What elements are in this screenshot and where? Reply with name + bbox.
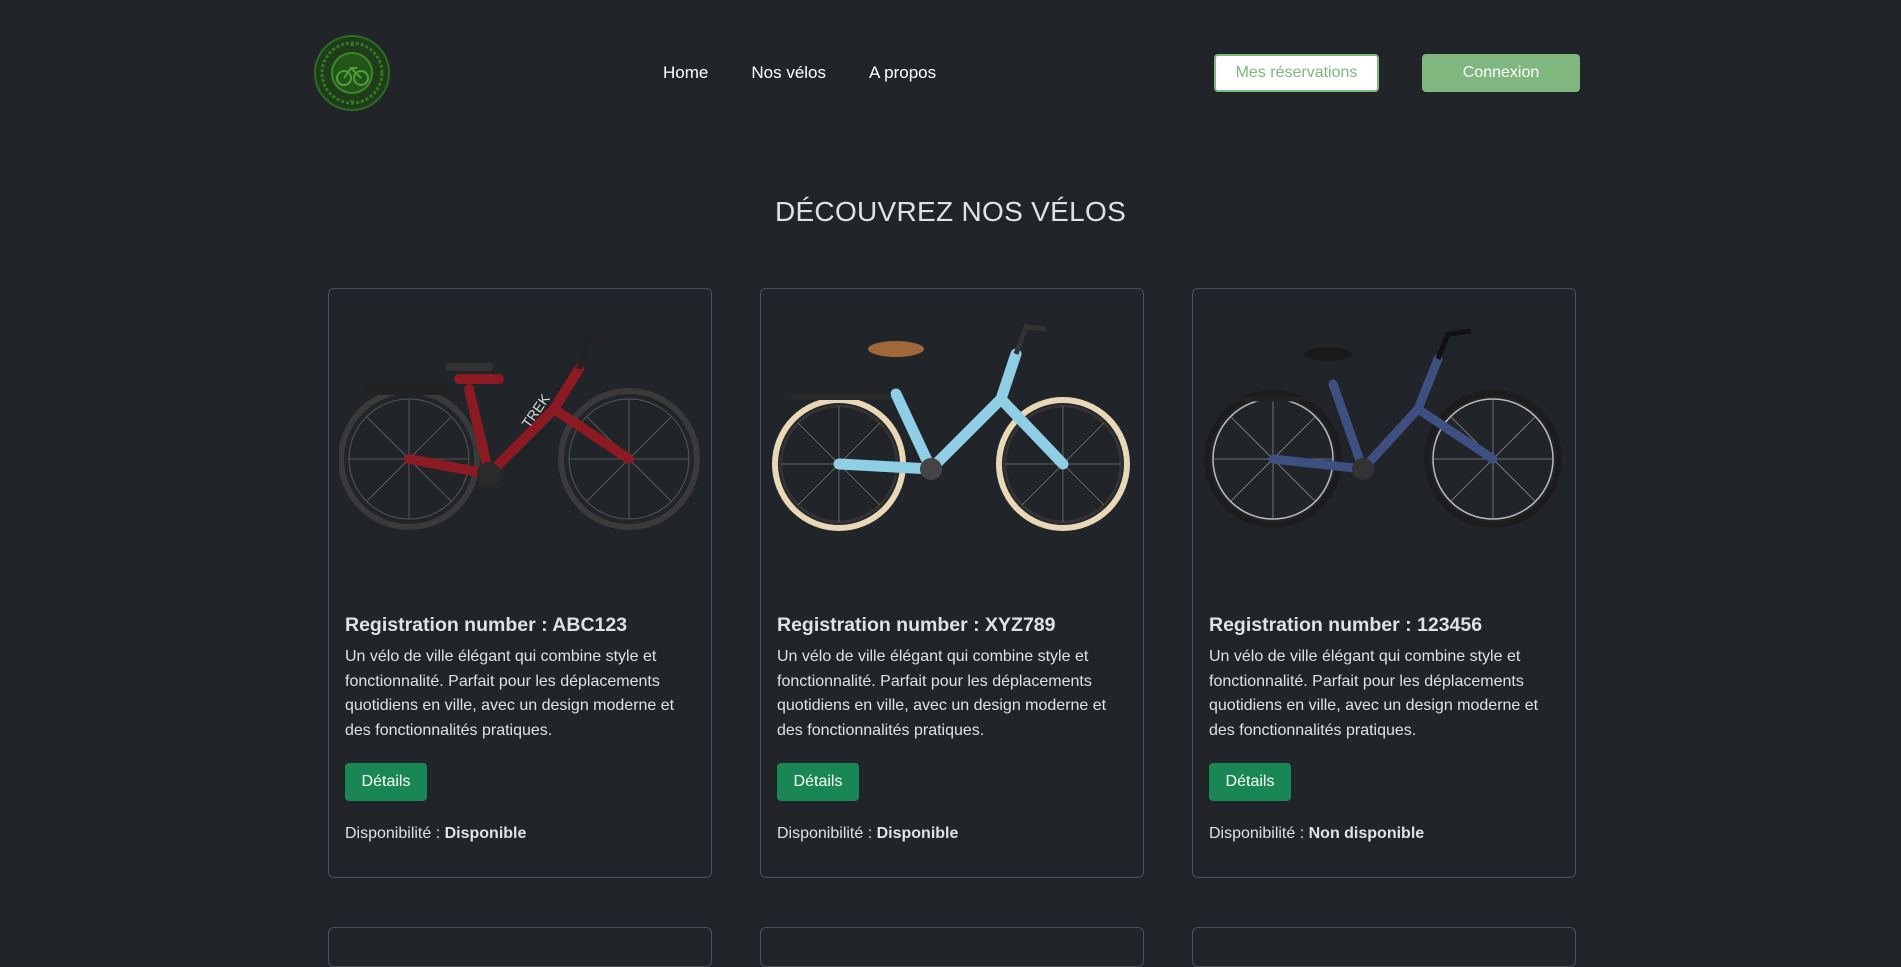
bike-card-partial bbox=[760, 927, 1144, 967]
red-city-ebike-image: TREK bbox=[338, 309, 701, 549]
availability-status: Disponible bbox=[444, 825, 527, 843]
nav-links: Home Nos vélos A propos bbox=[663, 63, 979, 83]
availability: Disponibilité : Disponible bbox=[777, 825, 1129, 843]
availability-label: Disponibilité : bbox=[1209, 825, 1305, 843]
navbar: Home Nos vélos A propos Mes réservations… bbox=[0, 0, 1901, 148]
availability-label: Disponibilité : bbox=[345, 825, 441, 843]
card-body: Registration number : 123456 Un vélo de … bbox=[1209, 614, 1561, 843]
bike-description: Un vélo de ville élégant qui combine sty… bbox=[1209, 648, 1539, 739]
bike-description: Un vélo de ville élégant qui combine sty… bbox=[777, 648, 1107, 739]
bike-card: TREK Registration number : ABC123 Un vél… bbox=[328, 288, 712, 878]
bike-card-partial bbox=[328, 927, 712, 967]
details-button[interactable]: Détails bbox=[777, 763, 859, 802]
registration-number: Registration number : 123456 bbox=[1209, 614, 1483, 636]
light-blue-city-ebike-image bbox=[771, 309, 1133, 549]
bike-card: Registration number : 123456 Un vélo de … bbox=[1192, 288, 1576, 878]
nav-link-nos-velos[interactable]: Nos vélos bbox=[751, 63, 826, 83]
details-button[interactable]: Détails bbox=[345, 763, 427, 802]
bike-card-partial bbox=[1192, 927, 1576, 967]
bike-description: Un vélo de ville élégant qui combine sty… bbox=[345, 648, 675, 739]
bike-card: Registration number : XYZ789 Un vélo de … bbox=[760, 288, 1144, 878]
availability-label: Disponibilité : bbox=[777, 825, 873, 843]
registration-number: Registration number : ABC123 bbox=[345, 614, 628, 636]
nav-link-home[interactable]: Home bbox=[663, 63, 708, 83]
card-body: Registration number : XYZ789 Un vélo de … bbox=[777, 614, 1129, 843]
page-title: DÉCOUVREZ NOS VÉLOS bbox=[774, 196, 1127, 227]
availability-status: Non disponible bbox=[1308, 825, 1425, 843]
nav-link-a-propos[interactable]: A propos bbox=[869, 63, 936, 83]
card-body: Registration number : ABC123 Un vélo de … bbox=[345, 614, 697, 843]
my-reservations-button[interactable]: Mes réservations bbox=[1214, 54, 1379, 92]
navy-city-bike-image bbox=[1203, 309, 1565, 549]
availability: Disponibilité : Non disponible bbox=[1209, 825, 1561, 843]
login-button[interactable]: Connexion bbox=[1422, 54, 1580, 92]
registration-number: Registration number : XYZ789 bbox=[777, 614, 1056, 636]
details-button[interactable]: Détails bbox=[1209, 763, 1291, 802]
availability-status: Disponible bbox=[876, 825, 959, 843]
availability: Disponibilité : Disponible bbox=[345, 825, 697, 843]
bike-emblem-logo[interactable] bbox=[313, 34, 391, 112]
